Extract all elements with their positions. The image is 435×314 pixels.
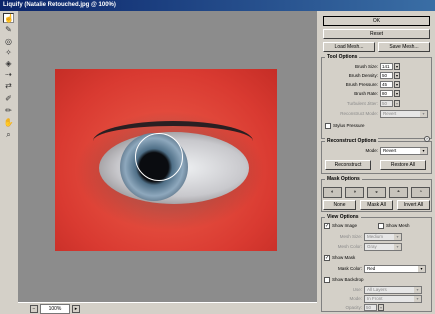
pucker-icon[interactable]: ✧ (3, 48, 14, 58)
chevron-down-icon: ▾ (394, 234, 401, 240)
chevron-down-icon: ▾ (414, 296, 421, 302)
reconstruct-mode-dropdown-value: Revert (383, 148, 397, 153)
brush-density-slider-button[interactable]: ▾ (394, 72, 400, 79)
save-mesh-button[interactable]: Save Mesh... (378, 42, 430, 52)
mask-options-title: Mask Options (325, 176, 362, 182)
info-icon[interactable]: › (424, 136, 430, 142)
backdrop-mode-label: Mode: (349, 296, 362, 301)
add-to-selection-icon[interactable]: ◑ (345, 187, 364, 198)
turbulent-jitter-label: Turbulent Jitter: (346, 101, 378, 106)
brush-rate-label: Brush Rate: (354, 91, 378, 96)
show-mask-checkbox[interactable]: ✓ (324, 255, 330, 261)
brush-size-slider-button[interactable]: ▾ (394, 63, 400, 70)
shift-pixels-icon[interactable]: ⇢ (3, 70, 14, 80)
zoom-icon[interactable]: ⌕ (3, 130, 14, 140)
show-image-label: Show Image (332, 223, 358, 228)
invert-all-button[interactable]: Invert All (397, 200, 430, 210)
twirl-clockwise-icon[interactable]: ◎ (3, 37, 14, 47)
brush-size-label: Brush Size: (354, 64, 378, 69)
backdrop-opacity-label: Opacity: (345, 305, 362, 310)
brush-pressure-slider-button[interactable]: ▾ (394, 81, 400, 88)
turbulent-jitter-slider-button[interactable]: ▾ (394, 100, 400, 107)
window-title: Liquify (Natalie Retouched.jpg @ 100%) (0, 0, 435, 11)
backdrop-opacity-slider-button[interactable]: ▾ (378, 304, 384, 311)
backdrop-opacity-field[interactable]: 50 (364, 304, 377, 311)
brush-pressure-label: Brush Pressure: (345, 82, 378, 87)
options-panel: OK Reset Load Mesh... Save Mesh... Tool … (318, 11, 435, 314)
show-mask-label: Show Mask (332, 255, 356, 260)
turbulent-jitter-field[interactable]: 50 (380, 100, 393, 107)
preview-canvas[interactable] (18, 11, 317, 302)
brush-pressure-field[interactable]: 45 (380, 81, 393, 88)
reconstruct-mode-dropdown[interactable]: Revert ▾ (380, 147, 428, 155)
preview-image[interactable] (55, 69, 277, 251)
zoom-level-field[interactable]: 100% (40, 304, 70, 314)
status-bar: − 100% ▸ (18, 302, 317, 314)
stylus-pressure-label: Stylus Pressure (333, 123, 365, 128)
mask-color-label: Mask Color: (337, 266, 362, 271)
mask-color-value: Red (367, 266, 376, 271)
reconstruct-button[interactable]: Reconstruct (325, 160, 371, 170)
backdrop-use-value: All Layers (367, 287, 387, 292)
toolbox: ☝ ✎ ◎ ✧ ◈ ⇢ ⇄ ✐ ✏ ✋ ⌕ (0, 11, 18, 314)
reconstruct-mode-label: Reconstruct Mode: (340, 111, 378, 116)
subtract-from-selection-icon[interactable]: ◒ (367, 187, 386, 198)
brush-rate-field[interactable]: 80 (380, 90, 393, 97)
chevron-down-icon: ▾ (394, 244, 401, 250)
brush-cursor (135, 133, 183, 181)
zoom-menu-button[interactable]: ▸ (72, 305, 80, 313)
mesh-color-value: Gray (367, 244, 377, 249)
mesh-size-select[interactable]: Medium ▾ (364, 233, 402, 241)
brush-size-field[interactable]: 141 (380, 63, 393, 70)
backdrop-mode-value: In Front (367, 296, 383, 301)
show-backdrop-label: Show Backdrop (332, 277, 364, 282)
intersect-selection-icon[interactable]: ◓ (389, 187, 408, 198)
mask-all-button[interactable]: Mask All (360, 200, 393, 210)
chevron-down-icon: ▾ (420, 111, 427, 117)
mesh-color-select[interactable]: Gray ▾ (364, 243, 402, 251)
brush-density-field[interactable]: 50 (380, 72, 393, 79)
chevron-down-icon: ▾ (414, 287, 421, 293)
bloat-icon[interactable]: ◈ (3, 59, 14, 69)
reset-button[interactable]: Reset (323, 29, 430, 39)
reconstruct-mode-select[interactable]: Revert ▾ (380, 110, 428, 118)
reconstruct-icon[interactable]: ✎ (3, 25, 14, 35)
invert-selection-icon[interactable]: ◔ (411, 187, 430, 198)
stylus-pressure-checkbox[interactable] (325, 123, 331, 129)
freeze-mask-icon[interactable]: ✐ (3, 94, 14, 104)
thaw-mask-icon[interactable]: ✏ (3, 106, 14, 116)
reconstruct-options-title: Reconstruct Options (325, 138, 379, 144)
tool-options-title: Tool Options (325, 54, 360, 60)
mesh-color-label: Mesh Color: (337, 244, 362, 249)
show-backdrop-checkbox[interactable] (324, 277, 330, 283)
mask-none-button[interactable]: None (323, 200, 356, 210)
reconstruct-mode-label-2: Mode: (365, 148, 378, 153)
restore-all-button[interactable]: Restore All (380, 160, 426, 170)
backdrop-use-select[interactable]: All Layers ▾ (364, 286, 422, 294)
show-mesh-label: Show Mesh (386, 223, 410, 228)
reconstruct-mode-value: Revert (383, 111, 397, 116)
brush-density-label: Brush Density: (348, 73, 378, 78)
show-image-checkbox[interactable]: ✓ (324, 223, 330, 229)
warp-icon[interactable]: ☝ (3, 13, 14, 23)
backdrop-use-label: Use: (352, 287, 362, 292)
mesh-size-label: Mesh Size: (339, 234, 362, 239)
hand-icon[interactable]: ✋ (3, 118, 14, 128)
ok-button[interactable]: OK (323, 16, 430, 26)
replace-selection-icon[interactable]: ◐ (323, 187, 342, 198)
view-options-title: View Options (325, 214, 361, 220)
chevron-down-icon: ▾ (418, 266, 425, 272)
mask-color-select[interactable]: Red ▾ (364, 265, 426, 273)
backdrop-mode-select[interactable]: In Front ▾ (364, 295, 422, 303)
brush-rate-slider-button[interactable]: ▾ (394, 90, 400, 97)
chevron-down-icon: ▾ (420, 148, 427, 154)
zoom-out-button[interactable]: − (30, 305, 38, 313)
mesh-size-value: Medium (367, 234, 384, 239)
show-mesh-checkbox[interactable] (378, 223, 384, 229)
load-mesh-button[interactable]: Load Mesh... (323, 42, 375, 52)
reflection-icon[interactable]: ⇄ (3, 81, 14, 91)
